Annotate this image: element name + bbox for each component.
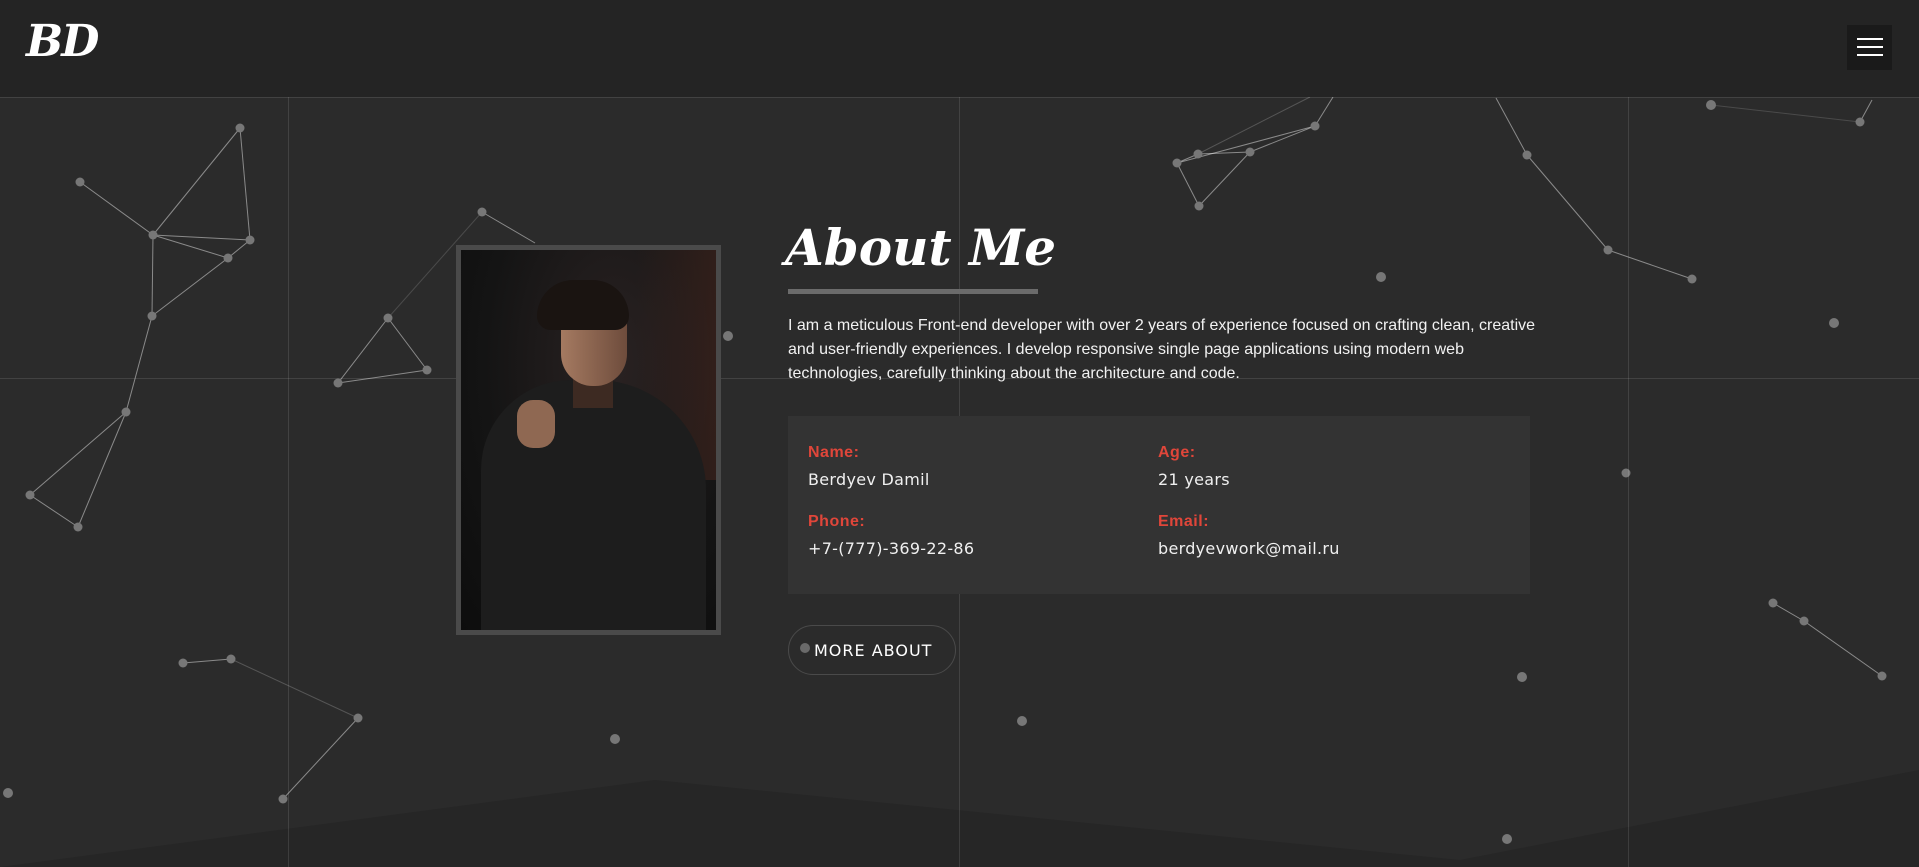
site-logo[interactable]: BD bbox=[26, 16, 97, 67]
grid-line bbox=[0, 97, 1919, 98]
more-about-button[interactable]: MORE ABOUT bbox=[788, 625, 956, 675]
email-label: Email: bbox=[1158, 513, 1209, 531]
grid-line bbox=[1628, 0, 1629, 867]
phone-value: +7-(777)-369-22-86 bbox=[808, 539, 974, 558]
about-title: About Me bbox=[785, 220, 1056, 275]
age-label: Age: bbox=[1158, 444, 1196, 462]
age-value: 21 years bbox=[1158, 470, 1230, 489]
more-about-label: MORE ABOUT bbox=[814, 641, 932, 660]
email-value[interactable]: berdyevwork@mail.ru bbox=[1158, 539, 1340, 558]
profile-photo-frame bbox=[456, 245, 721, 635]
profile-photo bbox=[461, 250, 716, 630]
info-box: Name: Berdyev Damil Age: 21 years Phone:… bbox=[788, 416, 1530, 594]
phone-label: Phone: bbox=[808, 513, 865, 531]
name-value: Berdyev Damil bbox=[808, 470, 930, 489]
name-label: Name: bbox=[808, 444, 859, 462]
site-header: BD bbox=[0, 0, 1919, 97]
button-dot-icon bbox=[800, 643, 810, 653]
grid-line bbox=[288, 0, 289, 867]
menu-button[interactable] bbox=[1847, 25, 1892, 70]
about-description: I am a meticulous Front-end developer wi… bbox=[788, 314, 1538, 386]
title-underline bbox=[788, 289, 1038, 294]
